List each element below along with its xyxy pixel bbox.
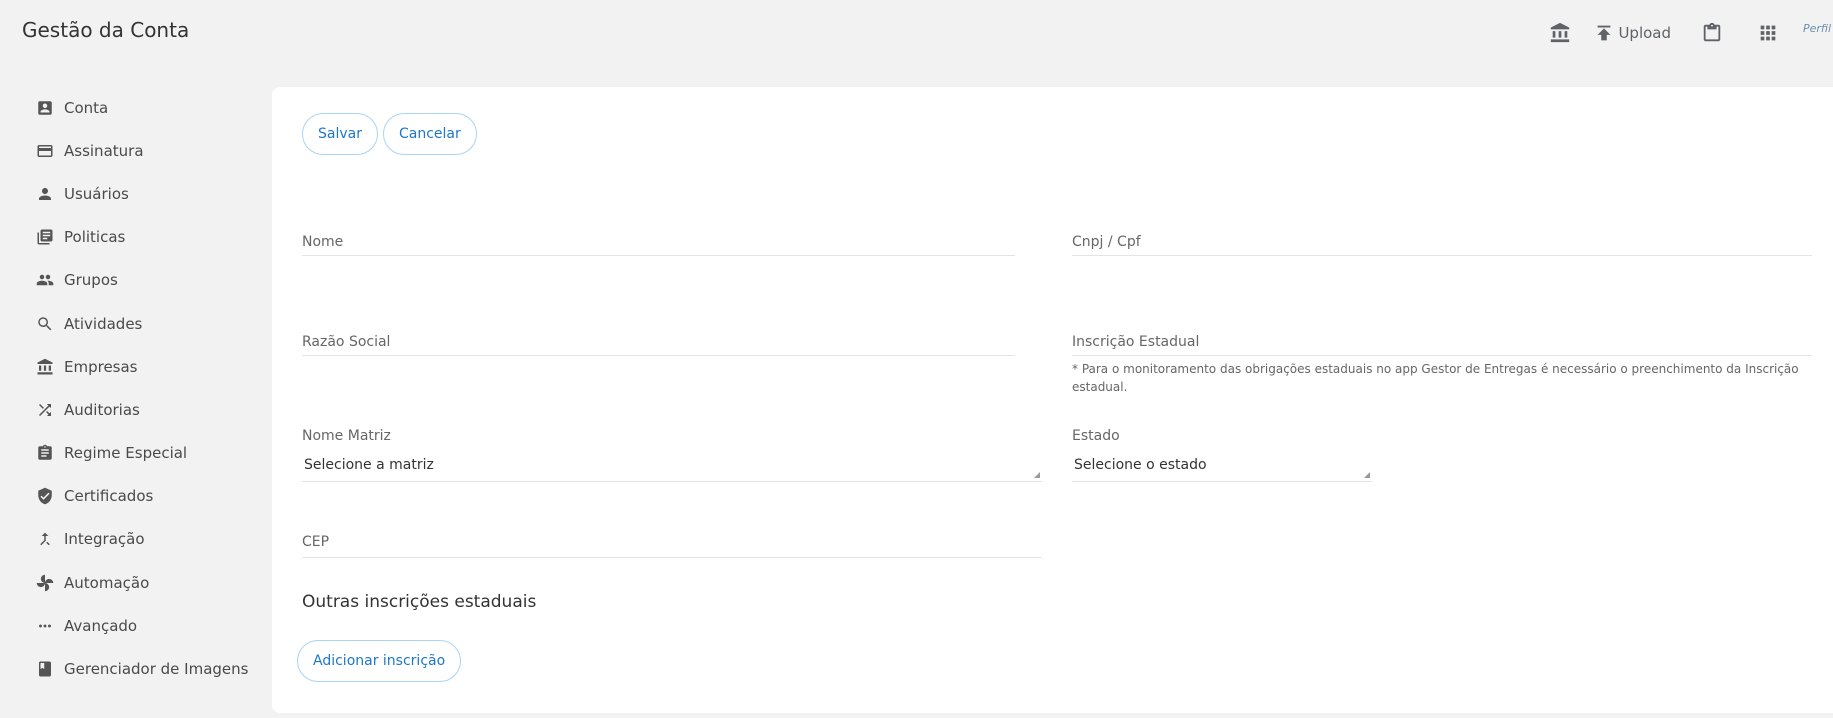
- fan-icon: [36, 574, 54, 591]
- inscricao-estadual-input[interactable]: [1072, 355, 1812, 356]
- page-title: Gestão da Conta: [22, 18, 190, 42]
- verified-shield-icon: [38, 488, 52, 505]
- sidebar-item-label: Usuários: [64, 184, 129, 203]
- estado-label: Estado: [1072, 428, 1120, 444]
- account-box-icon: [38, 100, 52, 115]
- library-books-icon: [37, 229, 53, 245]
- clipboard-icon[interactable]: [1701, 22, 1723, 44]
- cnpj-input[interactable]: [1072, 255, 1812, 256]
- sidebar-item-usuarios[interactable]: Usuários: [36, 172, 266, 215]
- person-icon: [39, 187, 51, 200]
- main-panel: Salvar Cancelar Nome Cnpj / Cpf Razão So…: [272, 87, 1833, 713]
- bank-icon[interactable]: [1549, 22, 1571, 44]
- sidebar-item-label: Empresas: [64, 357, 138, 376]
- credit-card-icon: [37, 144, 53, 157]
- group-icon: [36, 275, 54, 286]
- sidebar-item-assinatura[interactable]: Assinatura: [36, 129, 266, 172]
- sidebar-item-label: Assinatura: [64, 141, 144, 160]
- shuffle-icon: [39, 403, 51, 416]
- razao-social-input[interactable]: [302, 355, 1015, 356]
- resize-grip-icon: [1364, 472, 1370, 478]
- more-horiz-icon: [39, 624, 51, 628]
- sidebar-item-integracao[interactable]: Integração: [36, 518, 266, 561]
- cnpj-label: Cnpj / Cpf: [1072, 234, 1141, 250]
- upload-button[interactable]: Upload: [1593, 22, 1671, 44]
- book-icon: [39, 661, 51, 677]
- sidebar-item-label: Certificados: [64, 487, 154, 506]
- sidebar-item-label: Automação: [64, 573, 150, 592]
- merge-icon: [40, 533, 50, 546]
- sidebar-item-label: Conta: [64, 98, 109, 117]
- matriz-select-value: Selecione a matriz: [304, 457, 434, 473]
- save-button[interactable]: Salvar: [302, 113, 378, 155]
- sidebar-item-gerenciador-imagens[interactable]: Gerenciador de Imagens: [36, 647, 266, 690]
- outras-inscricoes-title: Outras inscrições estaduais: [302, 592, 537, 612]
- sidebar-item-label: Atividades: [64, 314, 143, 333]
- sidebar-item-regime-especial[interactable]: Regime Especial: [36, 432, 266, 475]
- sidebar-item-conta[interactable]: Conta: [36, 86, 266, 129]
- cep-input[interactable]: [302, 557, 1042, 558]
- sidebar-item-label: Regime Especial: [64, 444, 188, 463]
- cep-label: CEP: [302, 534, 330, 550]
- sidebar-item-label: Gerenciador de Imagens: [64, 660, 249, 679]
- sidebar-item-politicas[interactable]: Politicas: [36, 216, 266, 259]
- upload-icon: [1598, 25, 1611, 41]
- zoom-search-icon: [38, 316, 52, 330]
- add-inscricao-button[interactable]: Adicionar inscrição: [297, 640, 462, 682]
- upload-label: Upload: [1618, 24, 1671, 42]
- inscricao-estadual-hint: * Para o monitoramento das obrigações es…: [1072, 362, 1799, 394]
- top-toolbar: Upload Perfil: [1527, 18, 1833, 48]
- sidebar-item-auditorias[interactable]: Auditorias: [36, 388, 266, 431]
- estado-select[interactable]: Selecione o estado: [1072, 451, 1372, 482]
- bank-icon: [37, 358, 53, 375]
- assignment-icon: [38, 444, 52, 460]
- avatar[interactable]: Perfil: [1803, 22, 1833, 52]
- sidebar-item-label: Politicas: [64, 228, 126, 247]
- nome-label: Nome: [302, 234, 344, 250]
- inscricao-estadual-label: Inscrição Estadual: [1072, 334, 1200, 350]
- cancel-button[interactable]: Cancelar: [383, 113, 477, 155]
- sidebar-item-avancado[interactable]: Avançado: [36, 604, 266, 647]
- apps-grid-icon[interactable]: [1757, 22, 1779, 44]
- sidebar-item-label: Grupos: [64, 271, 118, 290]
- resize-grip-icon: [1034, 472, 1040, 478]
- sidebar-item-atividades[interactable]: Atividades: [36, 302, 266, 345]
- matriz-select[interactable]: Selecione a matriz: [302, 451, 1042, 482]
- nome-matriz-label: Nome Matriz: [302, 428, 391, 444]
- sidebar-item-empresas[interactable]: Empresas: [36, 345, 266, 388]
- razao-social-label: Razão Social: [302, 334, 391, 350]
- sidebar-item-label: Avançado: [64, 616, 138, 635]
- sidebar-item-certificados[interactable]: Certificados: [36, 475, 266, 518]
- sidebar-item-label: Integração: [64, 530, 145, 549]
- nome-input[interactable]: [302, 255, 1015, 256]
- sidebar-item-grupos[interactable]: Grupos: [36, 259, 266, 302]
- sidebar-item-automacao[interactable]: Automação: [36, 561, 266, 604]
- sidebar: Conta Assinatura Usuários Politicas Grup…: [36, 86, 266, 691]
- estado-select-value: Selecione o estado: [1074, 457, 1207, 473]
- sidebar-item-label: Auditorias: [64, 400, 140, 419]
